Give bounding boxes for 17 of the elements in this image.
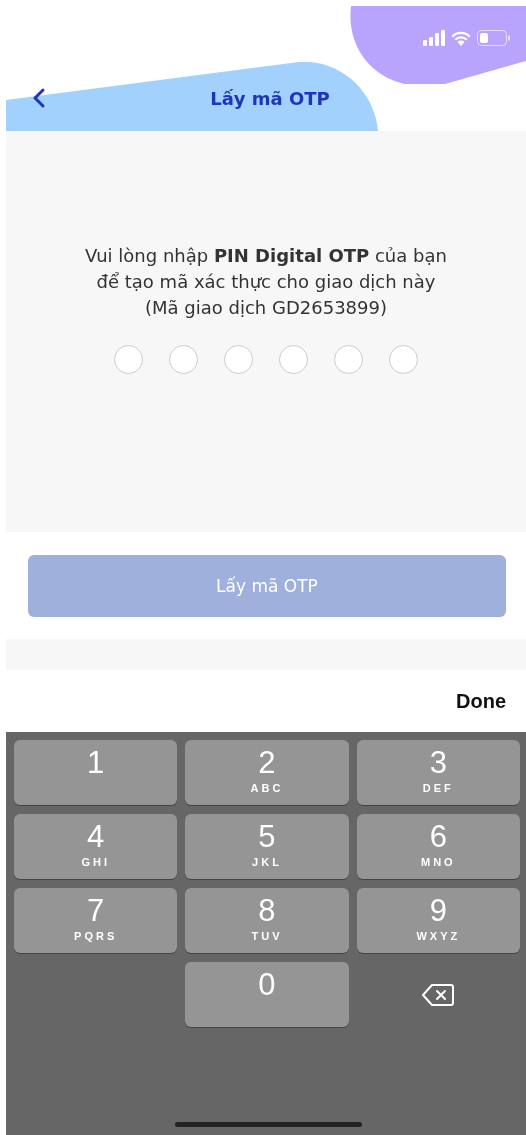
key[interactable]: 9 WXYZ bbox=[356, 888, 520, 953]
key[interactable]: 5 JKL bbox=[185, 814, 349, 879]
wifi-icon bbox=[451, 30, 471, 46]
key[interactable]: 7 PQRS bbox=[14, 888, 178, 953]
signal-icon bbox=[423, 30, 445, 46]
battery-icon bbox=[477, 30, 510, 46]
key[interactable]: 2 ABC bbox=[185, 740, 349, 805]
key[interactable]: 3 DEF bbox=[356, 740, 520, 805]
key[interactable]: 4 GHI bbox=[14, 814, 178, 879]
key[interactable]: 0 bbox=[185, 962, 349, 1027]
key[interactable]: 8 TUV bbox=[185, 888, 349, 953]
key[interactable]: 6 MNO bbox=[356, 814, 520, 879]
done-button[interactable]: Done bbox=[456, 689, 506, 713]
screen-title: Lấy mã OTP bbox=[209, 87, 331, 109]
backspace-icon[interactable] bbox=[422, 982, 455, 1007]
key[interactable]: 1 bbox=[14, 740, 178, 805]
instruction-text: Vui lòng nhập PIN Digital OTP của bạn để tạo mã xác thực cho giao dịch này (Mã giao dịch GD2653899) bbox=[84, 244, 448, 320]
